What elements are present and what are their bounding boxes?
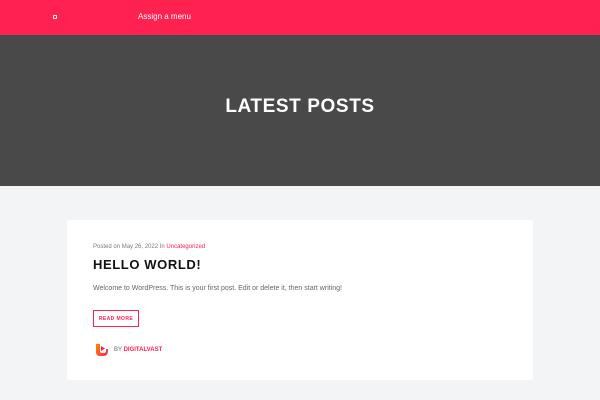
author-name-link[interactable]: DIGITALVAST [124, 347, 163, 353]
home-icon [53, 15, 57, 19]
read-more-button[interactable]: READ MORE [93, 310, 139, 327]
post-card: Posted on May 26, 2022 In Uncategorized … [67, 220, 533, 380]
post-title[interactable]: HELLO WORLD! [93, 257, 201, 273]
in-label: In [159, 244, 165, 250]
post-meta: Posted on May 26, 2022 In Uncategorized [93, 243, 205, 251]
page-title: LATEST POSTS [225, 96, 375, 117]
author-byline: BY DIGITALVAST [114, 346, 162, 354]
post-date: May 26, 2022 [121, 244, 159, 250]
post-category-link[interactable]: Uncategorized [166, 244, 205, 250]
post-author: BY DIGITALVAST [93, 342, 162, 358]
site-header: Assign a menu [0, 0, 600, 35]
site-logo[interactable] [53, 14, 59, 20]
author-logo-icon[interactable] [93, 342, 109, 358]
by-label: BY [114, 347, 122, 353]
posted-on-label: Posted on [93, 244, 121, 250]
post-excerpt: Welcome to WordPress. This is your first… [93, 285, 342, 292]
assign-menu-link[interactable]: Assign a menu [138, 12, 191, 22]
